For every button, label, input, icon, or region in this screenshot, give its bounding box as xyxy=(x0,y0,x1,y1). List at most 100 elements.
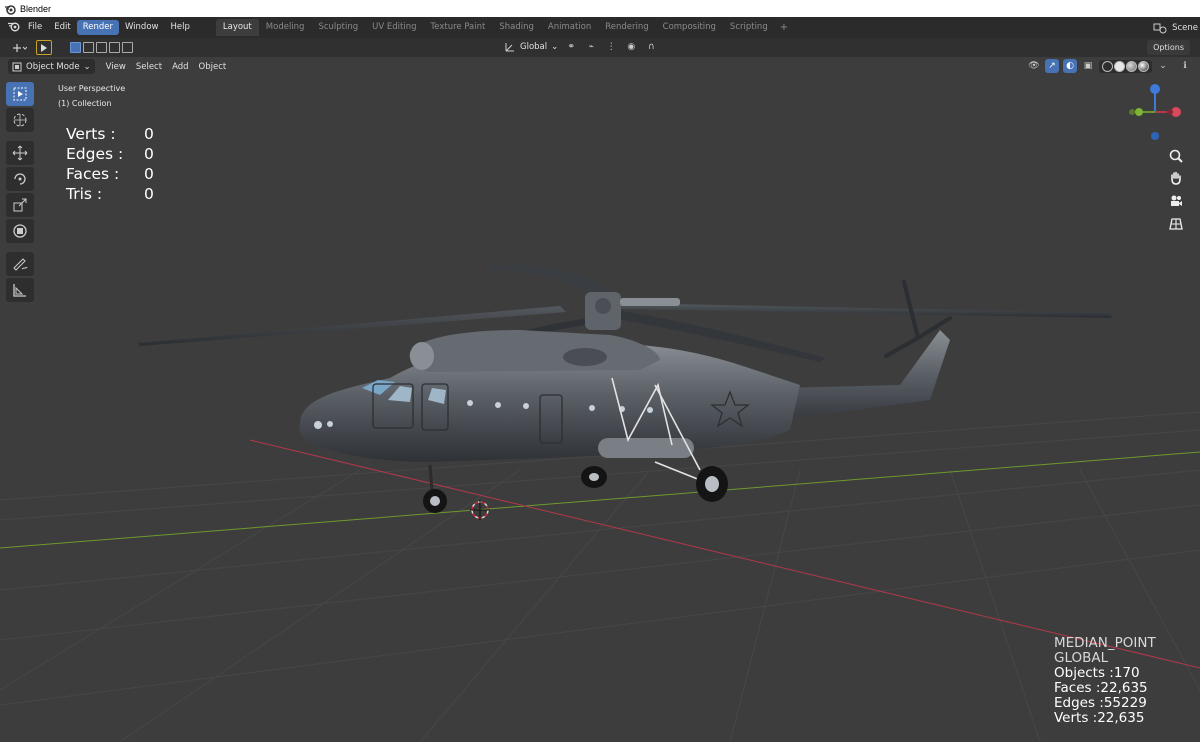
shading-mode-group xyxy=(1099,59,1152,73)
menu-render[interactable]: Render xyxy=(76,20,119,35)
window-titlebar: Blender xyxy=(0,0,1200,17)
object-mode-dropdown[interactable]: Object Mode ⌄ xyxy=(8,59,95,74)
navigation-gizmo[interactable] xyxy=(1120,80,1190,150)
overlays-icon[interactable]: ◐ xyxy=(1063,59,1077,73)
stat-value: 0 xyxy=(144,165,154,183)
tab-rendering[interactable]: Rendering xyxy=(598,19,655,36)
snap-target-icon[interactable]: ⋮ xyxy=(604,40,618,54)
blender-menu-icon[interactable] xyxy=(4,20,22,35)
transform-orientation-label: Global xyxy=(520,42,548,52)
orientation-icon xyxy=(505,43,514,52)
scene-selector[interactable]: Scene xyxy=(1152,17,1198,38)
selection-new-icon[interactable] xyxy=(70,42,81,53)
rendered-shading-icon[interactable] xyxy=(1138,60,1149,72)
workspace-tabs: Layout Modeling Sculpting UV Editing Tex… xyxy=(215,19,793,36)
sidebar-toggle-icon[interactable]: ℹ xyxy=(1178,59,1192,73)
pivot-label: MEDIAN_POINT xyxy=(1054,635,1156,651)
gizmo-toggle-icon[interactable]: ↗ xyxy=(1045,59,1059,73)
z-axis-icon[interactable] xyxy=(1150,84,1160,94)
tab-animation[interactable]: Animation xyxy=(541,19,598,36)
tab-uv-editing[interactable]: UV Editing xyxy=(365,19,423,36)
selection-subtract-icon[interactable] xyxy=(96,42,107,53)
topbar: File Edit Render Window Help Layout Mode… xyxy=(0,17,1200,38)
menu-add[interactable]: Add xyxy=(167,62,193,72)
menu-edit[interactable]: Edit xyxy=(48,20,76,35)
cursor-icon[interactable] xyxy=(6,108,34,132)
menu-select[interactable]: Select xyxy=(131,62,167,72)
material-shading-icon[interactable] xyxy=(1126,60,1137,72)
options-dropdown[interactable]: Options xyxy=(1147,40,1190,55)
y-axis-icon[interactable] xyxy=(1135,108,1143,116)
tab-texture-paint[interactable]: Texture Paint xyxy=(424,19,493,36)
object-mode-icon xyxy=(12,62,22,71)
perspective-label: User Perspective xyxy=(58,84,126,93)
xray-icon[interactable]: ▣ xyxy=(1081,59,1095,73)
scene-stats: MEDIAN_POINT GLOBAL Objects :170 Faces :… xyxy=(1054,636,1156,726)
selection-mode-group xyxy=(70,42,133,53)
stat-row: Faces : 0 xyxy=(66,164,154,184)
tool-settings-icon[interactable] xyxy=(8,40,30,55)
wireframe-shading-icon[interactable] xyxy=(1102,60,1113,72)
chevron-down-icon: ⌄ xyxy=(551,42,559,52)
menu-file[interactable]: File xyxy=(22,20,48,35)
selection-extend-icon[interactable] xyxy=(83,42,94,53)
scene-render xyxy=(0,264,1200,742)
menu-view[interactable]: View xyxy=(101,62,131,72)
tab-sculpting[interactable]: Sculpting xyxy=(311,19,365,36)
viewport-header-right: 👁 ↗ ◐ ▣ ⌄ xyxy=(1027,59,1170,73)
edges-count: Edges :55229 xyxy=(1054,695,1147,711)
proportional-edit-icon[interactable]: ◉ xyxy=(624,40,638,54)
stat-row: Verts : 0 xyxy=(66,124,154,144)
stat-value: 0 xyxy=(144,145,154,163)
menu-help[interactable]: Help xyxy=(164,20,195,35)
move-icon[interactable] xyxy=(6,141,34,165)
snap-icon[interactable]: ⌁ xyxy=(584,40,598,54)
menu-window[interactable]: Window xyxy=(119,20,165,35)
tool-shelf xyxy=(6,82,36,302)
3d-cursor xyxy=(470,500,490,520)
solid-shading-icon[interactable] xyxy=(1114,60,1125,72)
visibility-eye-icon[interactable]: 👁 xyxy=(1027,59,1041,73)
menu-object[interactable]: Object xyxy=(194,62,232,72)
tab-modeling[interactable]: Modeling xyxy=(259,19,312,36)
collection-label: (1) Collection xyxy=(58,99,112,108)
tab-scripting[interactable]: Scripting xyxy=(723,19,775,36)
camera-icon[interactable] xyxy=(1166,191,1186,211)
orientation-label: GLOBAL xyxy=(1054,650,1109,666)
transform-icon[interactable] xyxy=(6,219,34,243)
grid-view-icon[interactable] xyxy=(1166,214,1186,234)
verts-count: Verts :22,635 xyxy=(1054,710,1145,726)
falloff-icon[interactable]: ∩ xyxy=(644,40,658,54)
rotate-icon[interactable] xyxy=(6,167,34,191)
select-box-icon[interactable] xyxy=(6,82,34,106)
pan-hand-icon[interactable] xyxy=(1166,168,1186,188)
3d-viewport[interactable] xyxy=(0,57,1200,742)
tab-compositing[interactable]: Compositing xyxy=(656,19,723,36)
tab-shading[interactable]: Shading xyxy=(492,19,541,36)
transform-orientation-dropdown[interactable]: Global ⌄ xyxy=(504,41,558,53)
neg-z-axis-icon[interactable] xyxy=(1151,132,1159,140)
add-workspace-icon[interactable]: + xyxy=(775,22,793,33)
faces-count: Faces :22,635 xyxy=(1054,680,1148,696)
selection-intersect-icon[interactable] xyxy=(122,42,133,53)
pivot-point-icon[interactable]: ⚭ xyxy=(564,40,578,54)
scale-icon[interactable] xyxy=(6,193,34,217)
stat-value: 0 xyxy=(144,185,154,203)
stat-key: Tris : xyxy=(66,185,103,203)
chevron-down-icon[interactable]: ⌄ xyxy=(1156,59,1170,73)
window-title: Blender xyxy=(20,3,52,14)
y-axis-line xyxy=(0,451,1200,549)
select-tool-button[interactable] xyxy=(36,40,52,55)
tab-layout[interactable]: Layout xyxy=(215,19,259,36)
scene-label: Scene xyxy=(1172,22,1198,33)
measure-icon[interactable] xyxy=(6,278,34,302)
selection-invert-icon[interactable] xyxy=(109,42,120,53)
scene-icon xyxy=(1153,23,1167,33)
zoom-icon[interactable] xyxy=(1166,146,1186,166)
floor-grid xyxy=(0,411,1200,742)
stat-row: Tris : 0 xyxy=(66,184,154,204)
helicopter-fuselage xyxy=(299,330,950,513)
objects-count: Objects :170 xyxy=(1054,665,1140,681)
annotate-icon[interactable] xyxy=(6,252,34,276)
transform-tools: Global ⌄ ⚭ ⌁ ⋮ ◉ ∩ xyxy=(504,40,658,54)
